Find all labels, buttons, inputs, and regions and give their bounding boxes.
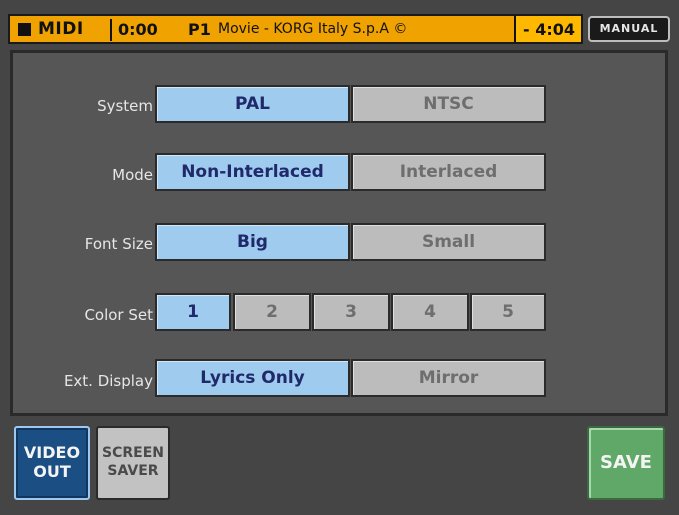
screen-saver-line2: SAVER (107, 463, 159, 479)
font-size-small-button[interactable]: Small (351, 223, 546, 261)
mode-interlaced-button[interactable]: Interlaced (351, 153, 546, 191)
color-set-5-button[interactable]: 5 (470, 293, 546, 331)
video-settings-panel: System PAL NTSC Mode Non-Interlaced Inte… (10, 50, 668, 416)
mode-label: Mode (112, 166, 153, 184)
elapsed-time: 0:00 (118, 20, 158, 39)
color-set-3-button[interactable]: 3 (312, 293, 390, 331)
color-set-2-button[interactable]: 2 (233, 293, 311, 331)
video-out-line1: VIDEO (23, 443, 81, 462)
system-ntsc-button[interactable]: NTSC (351, 85, 546, 123)
manual-mode-badge[interactable]: MANUAL (588, 16, 670, 42)
remaining-time-box: - 4:04 (514, 16, 581, 42)
screen: MIDI 0:00 P1 Movie - KORG Italy S.p.A © … (0, 0, 679, 515)
font-size-big-button[interactable]: Big (155, 223, 350, 261)
screen-saver-line1: SCREEN (102, 445, 164, 461)
screen-saver-tab[interactable]: SCREEN SAVER (96, 426, 170, 500)
video-out-tab[interactable]: VIDEO OUT (14, 426, 90, 500)
color-set-1-button[interactable]: 1 (155, 293, 231, 331)
system-pal-button[interactable]: PAL (155, 85, 350, 123)
font-size-label: Font Size (84, 235, 153, 253)
ext-display-label: Ext. Display (63, 372, 153, 390)
system-label: System (97, 97, 153, 115)
save-button[interactable]: SAVE (587, 426, 665, 500)
divider (110, 19, 112, 41)
color-set-4-button[interactable]: 4 (391, 293, 469, 331)
ext-display-lyrics-only-button[interactable]: Lyrics Only (155, 359, 350, 397)
song-number: P1 (188, 20, 211, 39)
stop-icon[interactable] (18, 23, 31, 36)
midi-indicator: MIDI (38, 19, 84, 39)
color-set-label: Color Set (84, 306, 153, 324)
song-title: Movie - KORG Italy S.p.A © (218, 21, 408, 37)
ext-display-mirror-button[interactable]: Mirror (351, 359, 546, 397)
status-bar: MIDI 0:00 P1 Movie - KORG Italy S.p.A © … (8, 14, 583, 44)
remaining-time: - 4:04 (522, 20, 575, 39)
video-out-line2: OUT (33, 462, 71, 481)
mode-non-interlaced-button[interactable]: Non-Interlaced (155, 153, 350, 191)
